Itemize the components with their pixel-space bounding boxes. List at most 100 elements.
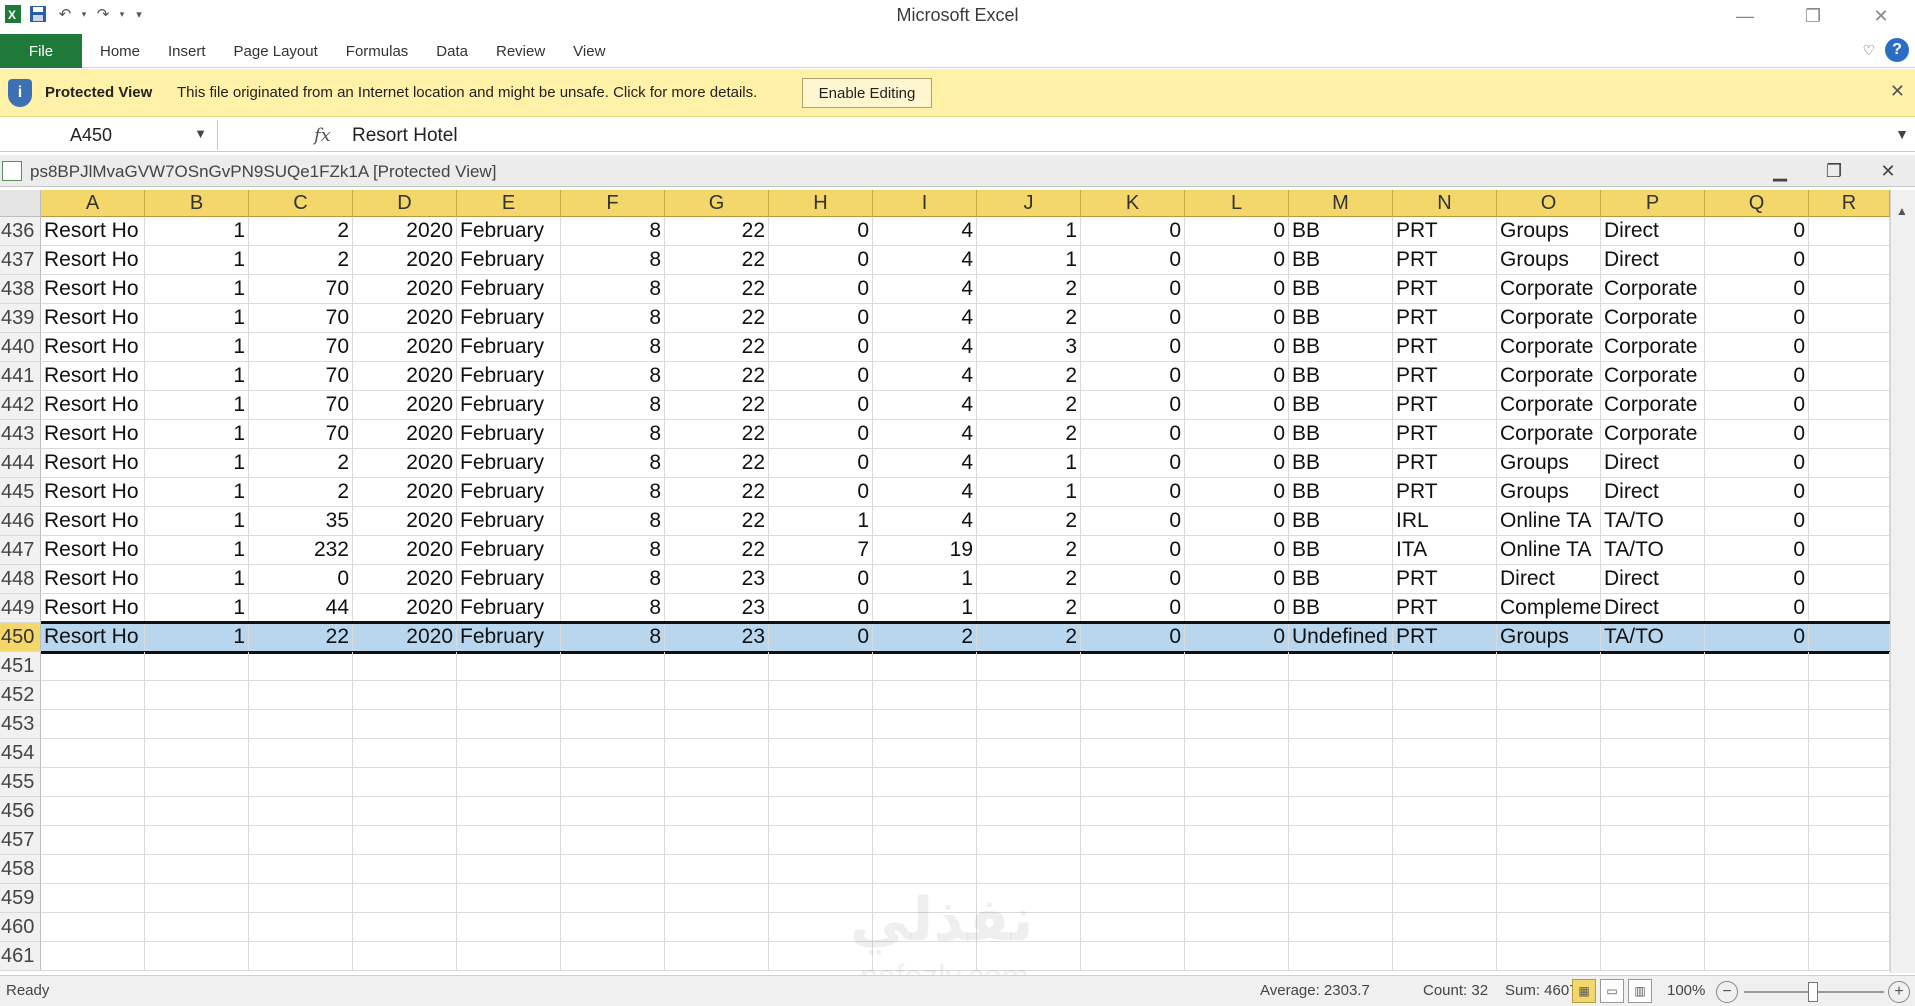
cell[interactable]: PRT: [1393, 565, 1497, 594]
formula-input[interactable]: Resort Hotel: [352, 125, 458, 147]
cell[interactable]: [1809, 275, 1890, 304]
cell[interactable]: [1705, 855, 1809, 884]
cell[interactable]: Direct: [1601, 478, 1705, 507]
cell[interactable]: 4: [873, 391, 977, 420]
cell[interactable]: 2020: [353, 478, 457, 507]
cell[interactable]: [977, 652, 1081, 681]
cell[interactable]: BB: [1289, 275, 1393, 304]
cell[interactable]: 0: [1081, 362, 1185, 391]
cell[interactable]: 0: [1705, 420, 1809, 449]
cell[interactable]: [1185, 652, 1289, 681]
cell[interactable]: Corporate: [1497, 304, 1601, 333]
cell[interactable]: [977, 681, 1081, 710]
cell[interactable]: 23: [665, 565, 769, 594]
cell[interactable]: BB: [1289, 536, 1393, 565]
cell[interactable]: 1: [145, 623, 249, 652]
cell[interactable]: 8: [561, 333, 665, 362]
cell[interactable]: [561, 942, 665, 971]
cell[interactable]: 22: [665, 275, 769, 304]
cell[interactable]: 0: [1081, 391, 1185, 420]
cell[interactable]: 4: [873, 449, 977, 478]
cell[interactable]: 2020: [353, 217, 457, 246]
cell[interactable]: [1497, 913, 1601, 942]
cell[interactable]: [1809, 478, 1890, 507]
column-header-m[interactable]: M: [1289, 190, 1393, 217]
cell[interactable]: [561, 855, 665, 884]
cell[interactable]: [1809, 362, 1890, 391]
cell[interactable]: [1497, 797, 1601, 826]
cell[interactable]: BB: [1289, 420, 1393, 449]
row-header[interactable]: 460: [0, 913, 41, 942]
row-header[interactable]: 436: [0, 217, 41, 246]
cell[interactable]: Corporate: [1601, 333, 1705, 362]
cell[interactable]: Groups: [1497, 217, 1601, 246]
cell[interactable]: [1289, 942, 1393, 971]
cell[interactable]: [457, 739, 561, 768]
cell[interactable]: 0: [1185, 565, 1289, 594]
cell[interactable]: [977, 855, 1081, 884]
cell[interactable]: [1601, 681, 1705, 710]
cell[interactable]: [1081, 942, 1185, 971]
cell[interactable]: [1705, 913, 1809, 942]
row-header[interactable]: 459: [0, 884, 41, 913]
cell[interactable]: [1809, 449, 1890, 478]
cell[interactable]: [41, 768, 145, 797]
cell[interactable]: BB: [1289, 507, 1393, 536]
cell[interactable]: Resort Ho: [41, 594, 145, 623]
row-header[interactable]: 448: [0, 565, 41, 594]
cell[interactable]: [1601, 710, 1705, 739]
cell[interactable]: 0: [1705, 565, 1809, 594]
cell[interactable]: 1: [977, 246, 1081, 275]
minimize-icon[interactable]: —: [1711, 0, 1779, 32]
cell[interactable]: [1497, 739, 1601, 768]
cell[interactable]: 0: [1185, 362, 1289, 391]
cell[interactable]: 2020: [353, 623, 457, 652]
cell[interactable]: 1: [145, 217, 249, 246]
column-header-c[interactable]: C: [249, 190, 353, 217]
cell[interactable]: [1289, 826, 1393, 855]
cell[interactable]: [1809, 565, 1890, 594]
cell[interactable]: 23: [665, 594, 769, 623]
cell[interactable]: [561, 768, 665, 797]
row-header[interactable]: 438: [0, 275, 41, 304]
cell[interactable]: 22: [665, 478, 769, 507]
cell[interactable]: 2020: [353, 362, 457, 391]
help-icon[interactable]: ?: [1885, 38, 1909, 62]
row-header[interactable]: 457: [0, 826, 41, 855]
cell[interactable]: 22: [665, 304, 769, 333]
cell[interactable]: [1393, 797, 1497, 826]
cell[interactable]: 0: [1705, 246, 1809, 275]
column-header-q[interactable]: Q: [1705, 190, 1809, 217]
zoom-in-icon[interactable]: +: [1888, 981, 1910, 1003]
cell[interactable]: 0: [1081, 420, 1185, 449]
cell[interactable]: [1393, 913, 1497, 942]
cell[interactable]: [249, 826, 353, 855]
cell[interactable]: [353, 768, 457, 797]
cell[interactable]: [1601, 739, 1705, 768]
cell[interactable]: 0: [1705, 333, 1809, 362]
column-header-h[interactable]: H: [769, 190, 873, 217]
cell[interactable]: [1081, 710, 1185, 739]
cell[interactable]: [1289, 884, 1393, 913]
cell[interactable]: Online TA: [1497, 507, 1601, 536]
cell[interactable]: [1601, 913, 1705, 942]
cell[interactable]: 0: [1185, 304, 1289, 333]
cell[interactable]: 0: [1185, 507, 1289, 536]
cell[interactable]: [769, 768, 873, 797]
cell[interactable]: Direct: [1601, 565, 1705, 594]
row-header[interactable]: 449: [0, 594, 41, 623]
cell[interactable]: 8: [561, 507, 665, 536]
cell[interactable]: 0: [1185, 275, 1289, 304]
cell[interactable]: Resort Ho: [41, 362, 145, 391]
tab-page-layout[interactable]: Page Layout: [220, 34, 332, 68]
cell[interactable]: [769, 652, 873, 681]
cell[interactable]: 0: [1081, 304, 1185, 333]
cell[interactable]: [41, 826, 145, 855]
cell[interactable]: BB: [1289, 217, 1393, 246]
row-header[interactable]: 442: [0, 391, 41, 420]
cell[interactable]: [665, 652, 769, 681]
cell[interactable]: 0: [1081, 478, 1185, 507]
cell[interactable]: PRT: [1393, 217, 1497, 246]
cell[interactable]: 2020: [353, 449, 457, 478]
cell[interactable]: 0: [769, 246, 873, 275]
